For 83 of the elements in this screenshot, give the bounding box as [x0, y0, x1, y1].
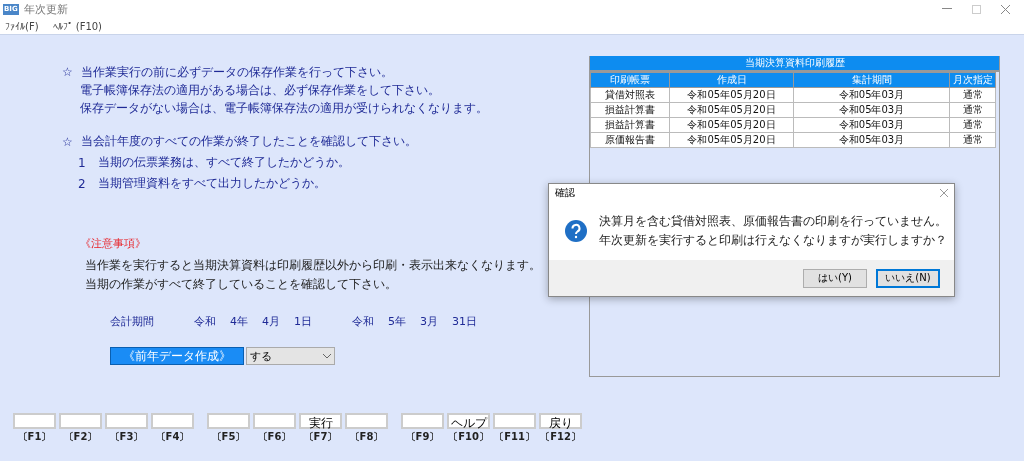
column-header: 月次指定 [949, 72, 996, 88]
table-cell: 損益計算書 [590, 102, 670, 118]
column-header: 印刷帳票 [590, 72, 670, 88]
table-cell: 令和05年05月20日 [669, 87, 794, 103]
dialog-message: 決算月を含む貸借対照表、原価報告書の印刷を行っていません。 [599, 213, 947, 230]
function-key-button[interactable]: ヘルプ [447, 413, 490, 429]
period-end-text: 3月 [420, 314, 438, 329]
table-cell: 通常 [949, 132, 996, 148]
chevron-icon [323, 353, 331, 359]
item-number: 1 [78, 155, 86, 170]
notice-text: 当作業を実行すると当期決算資料は印刷履歴以外から印刷・表示出来なくなります。 [84, 257, 541, 274]
notice-text: 当期の作業がすべて終了していることを確認して下さい。 [84, 276, 397, 293]
star-mark: ☆ [62, 65, 73, 79]
instruction-text: 当会計年度のすべての作業が終了したことを確認して下さい。 [80, 133, 417, 150]
dialog-title: 確認 [555, 186, 575, 200]
function-key-button[interactable] [105, 413, 148, 429]
function-key-button[interactable]: 戻り [539, 413, 582, 429]
item-number: 2 [78, 176, 86, 191]
history-title: 当期決算資料印刷履歴 [590, 56, 999, 72]
instruction-text: 電子帳簿保存法の適用がある場合は、必ず保存作業をして下さい。 [80, 81, 440, 99]
function-key-button[interactable] [13, 413, 56, 429]
function-key-label: 〔F8〕 [349, 430, 384, 444]
period-end-text: 31日 [452, 314, 477, 329]
function-key-label: 〔F6〕 [257, 430, 292, 444]
period-start-text: 令和 [194, 314, 216, 329]
period-start-text: 4月 [262, 314, 280, 329]
instruction-text: 当期管理資料をすべて出力したかどうか。 [97, 175, 326, 192]
period-end-text: 5年 [388, 314, 406, 329]
window-title: 年次更新 [23, 1, 68, 17]
table-cell: 損益計算書 [590, 117, 670, 133]
option-label: 《前年データ作成》 [110, 347, 244, 365]
table-cell: 令和05年05月20日 [669, 132, 794, 148]
table-cell: 令和05年03月 [793, 117, 950, 133]
star-mark: ☆ [62, 134, 73, 149]
function-key-button[interactable] [207, 413, 250, 429]
instruction-text: 当作業実行の前に必ずデータの保存作業を行って下さい。 [80, 63, 393, 81]
close-icon[interactable] [1001, 4, 1010, 14]
function-key-label: 〔F4〕 [155, 430, 190, 444]
function-key-button[interactable] [345, 413, 388, 429]
notice-title: 《注意事項》 [80, 236, 146, 251]
instruction-text: 当期の伝票業務は、すべて終了したかどうか。 [97, 154, 350, 171]
table-cell: 令和05年03月 [793, 87, 950, 103]
period-start-text: 1日 [294, 314, 312, 329]
function-key-label: 〔F11〕 [494, 430, 535, 444]
function-key-label: 〔F5〕 [211, 430, 246, 444]
column-header: 集計期間 [793, 72, 950, 88]
period-end-text: 令和 [352, 314, 374, 329]
instruction-text: 保存データがない場合は、電子帳簿保存法の適用が受けられなくなります。 [80, 99, 488, 117]
function-key-button[interactable] [493, 413, 536, 429]
dialog-button[interactable]: いいえ(N) [876, 268, 940, 288]
period-label: 会計期間 [110, 314, 154, 329]
dialog-message: 年次更新を実行すると印刷は行えなくなりますが実行しますか？ [599, 232, 947, 249]
question-icon [565, 220, 587, 242]
function-key-label: 〔F2〕 [63, 430, 98, 444]
table-cell: 令和05年05月20日 [669, 102, 794, 118]
maximize-icon[interactable] [972, 4, 981, 14]
function-key-button[interactable] [401, 413, 444, 429]
close-icon[interactable] [940, 189, 948, 197]
function-key-label: 〔F3〕 [109, 430, 144, 444]
function-key-button[interactable] [59, 413, 102, 429]
function-key-label: 〔F10〕 [448, 430, 489, 444]
function-key-label: 〔F7〕 [303, 430, 338, 444]
table-cell: 原価報告書 [590, 132, 670, 148]
table-cell: 通常 [949, 102, 996, 118]
dialog-button[interactable]: はい(Y) [803, 268, 867, 288]
table-cell: 令和05年03月 [793, 132, 950, 148]
menu-item[interactable]: ﾌｧｲﾙ(F) [5, 20, 39, 32]
minimize-icon[interactable] [942, 8, 952, 10]
function-key-label: 〔F1〕 [17, 430, 52, 444]
table-cell: 令和05年05月20日 [669, 117, 794, 133]
function-key-button[interactable] [253, 413, 296, 429]
column-header: 作成日 [669, 72, 794, 88]
table-cell: 貸借対照表 [590, 87, 670, 103]
table-cell: 通常 [949, 87, 996, 103]
function-key-label: 〔F12〕 [540, 430, 581, 444]
function-key-button[interactable] [151, 413, 194, 429]
menu-item[interactable]: ﾍﾙﾌﾟ (F10) [52, 20, 103, 32]
dropdown[interactable]: する [246, 347, 335, 365]
period-start-text: 4年 [230, 314, 248, 329]
table-cell: 令和05年03月 [793, 102, 950, 118]
function-key-button[interactable]: 実行 [299, 413, 342, 429]
function-key-label: 〔F9〕 [405, 430, 440, 444]
table-cell: 通常 [949, 117, 996, 133]
